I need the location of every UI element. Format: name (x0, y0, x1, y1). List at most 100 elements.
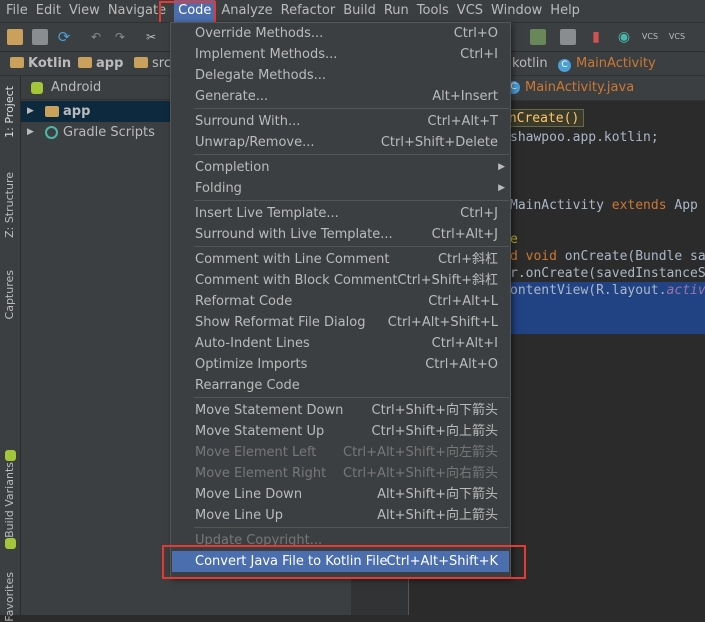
open-folder-icon[interactable] (7, 29, 23, 45)
menu-edit[interactable]: Edit (32, 0, 65, 22)
menu-item-generate[interactable]: Generate... Alt+Insert (172, 86, 509, 107)
menu-item-label: Move Statement Up (195, 424, 325, 439)
tab-favorites[interactable]: Favorites (3, 572, 16, 622)
menu-run[interactable]: Run (380, 0, 413, 22)
menu-item-shortcut: Ctrl+Alt+Shift+K (386, 554, 498, 569)
android-icon[interactable]: ◉ (616, 29, 632, 45)
menu-item-auto-indent[interactable]: Auto-Indent Lines Ctrl+Alt+I (172, 333, 509, 354)
menu-item-convert-java-to-kotlin[interactable]: Convert Java File to Kotlin File Ctrl+Alt… (172, 551, 509, 572)
menu-navigate[interactable]: Navigate (104, 0, 170, 22)
menu-item-label: Reformat Code (195, 294, 293, 309)
menu-vcs[interactable]: VCS (453, 0, 487, 22)
menu-item-label: Delegate Methods... (195, 68, 326, 83)
menu-file[interactable]: File (0, 0, 32, 22)
breadcrumb-main-activity[interactable]: C MainActivity (558, 55, 656, 73)
menu-item-shortcut: Ctrl+Alt+J (431, 227, 498, 242)
menu-item-reformat-code[interactable]: Reformat Code Ctrl+Alt+L (172, 291, 509, 312)
menu-item-override-methods[interactable]: Override Methods... Ctrl+O (172, 23, 509, 44)
undo-icon[interactable]: ↶ (88, 29, 104, 45)
tab-build-variants[interactable]: Build Variants (3, 462, 16, 538)
code-line-annotation: e (510, 232, 518, 247)
menu-item-completion[interactable]: Completion ▶ (172, 157, 509, 178)
menu-refactor[interactable]: Refactor (277, 0, 340, 22)
menu-item-shortcut: Ctrl+Shift+斜杠 (397, 273, 498, 288)
menu-item-surround-with-live-template[interactable]: Surround with Live Template... Ctrl+Alt+J (172, 224, 509, 245)
menu-item-label: Comment with Line Comment (195, 252, 390, 267)
menu-code[interactable]: Code (174, 0, 216, 22)
android-icon (31, 82, 43, 94)
expand-arrow-icon[interactable]: ▶ (27, 101, 34, 122)
menu-item-label: Show Reformat File Dialog (195, 315, 366, 330)
menu-item-label: Implement Methods... (195, 47, 338, 62)
menu-item-label: Insert Live Template... (195, 206, 339, 221)
menu-item-shortcut: Ctrl+Alt+Shift+L (387, 315, 498, 330)
menu-item-label: Unwrap/Remove... (195, 135, 315, 150)
breadcrumb-src-label: src (152, 56, 171, 71)
menu-item-label: Rearrange Code (195, 378, 300, 393)
menu-item-move-line-up[interactable]: Move Line Up Alt+Shift+向上箭头 (172, 505, 509, 526)
menu-item-unwrap-remove[interactable]: Unwrap/Remove... Ctrl+Shift+Delete (172, 132, 509, 153)
menu-item-shortcut: Ctrl+Shift+Delete (380, 135, 498, 150)
sync-icon[interactable]: ⟳ (56, 29, 72, 45)
menu-item-shortcut: Ctrl+Alt+L (428, 294, 498, 309)
menu-item-label: Generate... (195, 89, 269, 104)
breadcrumb-project[interactable]: Kotlin (10, 55, 71, 73)
menu-item-show-reformat-dialog[interactable]: Show Reformat File Dialog Ctrl+Alt+Shift+… (172, 312, 509, 333)
code-method-signature: onCreate(Bundle sa (556, 249, 705, 264)
code-keyword-extends: extends (611, 198, 667, 213)
menu-item-comment-line[interactable]: Comment with Line Comment Ctrl+斜杠 (172, 249, 509, 270)
vcs-update-icon[interactable]: VCS (640, 29, 660, 45)
menu-item-label: Optimize Imports (195, 357, 308, 372)
menu-separator (194, 397, 509, 398)
menu-item-move-line-down[interactable]: Move Line Down Alt+Shift+向下箭头 (172, 484, 509, 505)
menu-item-label: Update Copyright... (195, 533, 323, 548)
menu-help[interactable]: Help (546, 0, 584, 22)
sdk-icon[interactable] (530, 29, 546, 45)
menu-item-optimize-imports[interactable]: Optimize Imports Ctrl+Alt+O (172, 354, 509, 375)
code-menu-dropdown: Override Methods... Ctrl+O Implement Meth… (170, 22, 511, 578)
menu-separator (194, 108, 509, 109)
menu-item-shortcut: Alt+Shift+向下箭头 (377, 487, 498, 502)
editor-tab-main-activity[interactable]: MainActivity.java (525, 79, 634, 97)
expand-arrow-icon[interactable]: ▶ (27, 122, 34, 143)
menu-analyze[interactable]: Analyze (217, 0, 276, 22)
menu-item-folding[interactable]: Folding ▶ (172, 178, 509, 199)
menu-item-comment-block[interactable]: Comment with Block Comment Ctrl+Shift+斜杠 (172, 270, 509, 291)
menu-item-shortcut: Ctrl+Alt+Shift+向右箭头 (343, 466, 498, 481)
menu-item-label: Move Element Right (195, 466, 327, 481)
menu-item-shortcut: Ctrl+Alt+Shift+向左箭头 (343, 445, 498, 460)
menu-item-shortcut: Ctrl+Alt+T (427, 114, 498, 129)
menu-item-shortcut: Alt+Shift+向上箭头 (377, 508, 498, 523)
menu-separator (194, 527, 509, 528)
menu-item-implement-methods[interactable]: Implement Methods... Ctrl+I (172, 44, 509, 65)
breadcrumb-app[interactable]: app (78, 55, 123, 73)
avd-icon[interactable] (560, 29, 576, 45)
menu-build[interactable]: Build (339, 0, 380, 22)
tab-captures[interactable]: Captures (3, 270, 16, 319)
module-folder-icon (45, 106, 59, 117)
breadcrumb-main-activity-label: MainActivity (576, 56, 656, 71)
menu-item-rearrange-code[interactable]: Rearrange Code (172, 375, 509, 396)
menu-view[interactable]: View (65, 0, 104, 22)
tab-structure[interactable]: Z: Structure (3, 172, 16, 238)
code-superclass: App (666, 198, 698, 213)
code-call: ontentView(R.layout. (510, 283, 667, 298)
vcs-commit-icon[interactable]: VCS (667, 29, 687, 45)
menu-item-move-statement-down[interactable]: Move Statement Down Ctrl+Shift+向下箭头 (172, 400, 509, 421)
menu-item-insert-live-template[interactable]: Insert Live Template... Ctrl+J (172, 203, 509, 224)
menu-item-surround-with[interactable]: Surround With... Ctrl+Alt+T (172, 111, 509, 132)
menu-item-delegate-methods[interactable]: Delegate Methods... (172, 65, 509, 86)
cut-icon[interactable]: ✂ (143, 29, 159, 45)
redo-icon[interactable]: ↷ (112, 29, 128, 45)
breadcrumb-src[interactable]: src (134, 55, 171, 73)
menu-tools[interactable]: Tools (413, 0, 453, 22)
menu-item-move-statement-up[interactable]: Move Statement Up Ctrl+Shift+向上箭头 (172, 421, 509, 442)
menu-item-move-element-right: Move Element Right Ctrl+Alt+Shift+向右箭头 (172, 463, 509, 484)
menu-window[interactable]: Window (487, 0, 546, 22)
save-icon[interactable] (32, 29, 48, 45)
breadcrumb-kotlin[interactable]: kotlin (512, 55, 548, 73)
project-view-selector[interactable]: Android (51, 79, 101, 97)
gradle-icon (45, 126, 58, 139)
tab-project[interactable]: 1: Project (3, 86, 16, 138)
device-monitor-icon[interactable]: ▮ (588, 29, 604, 45)
